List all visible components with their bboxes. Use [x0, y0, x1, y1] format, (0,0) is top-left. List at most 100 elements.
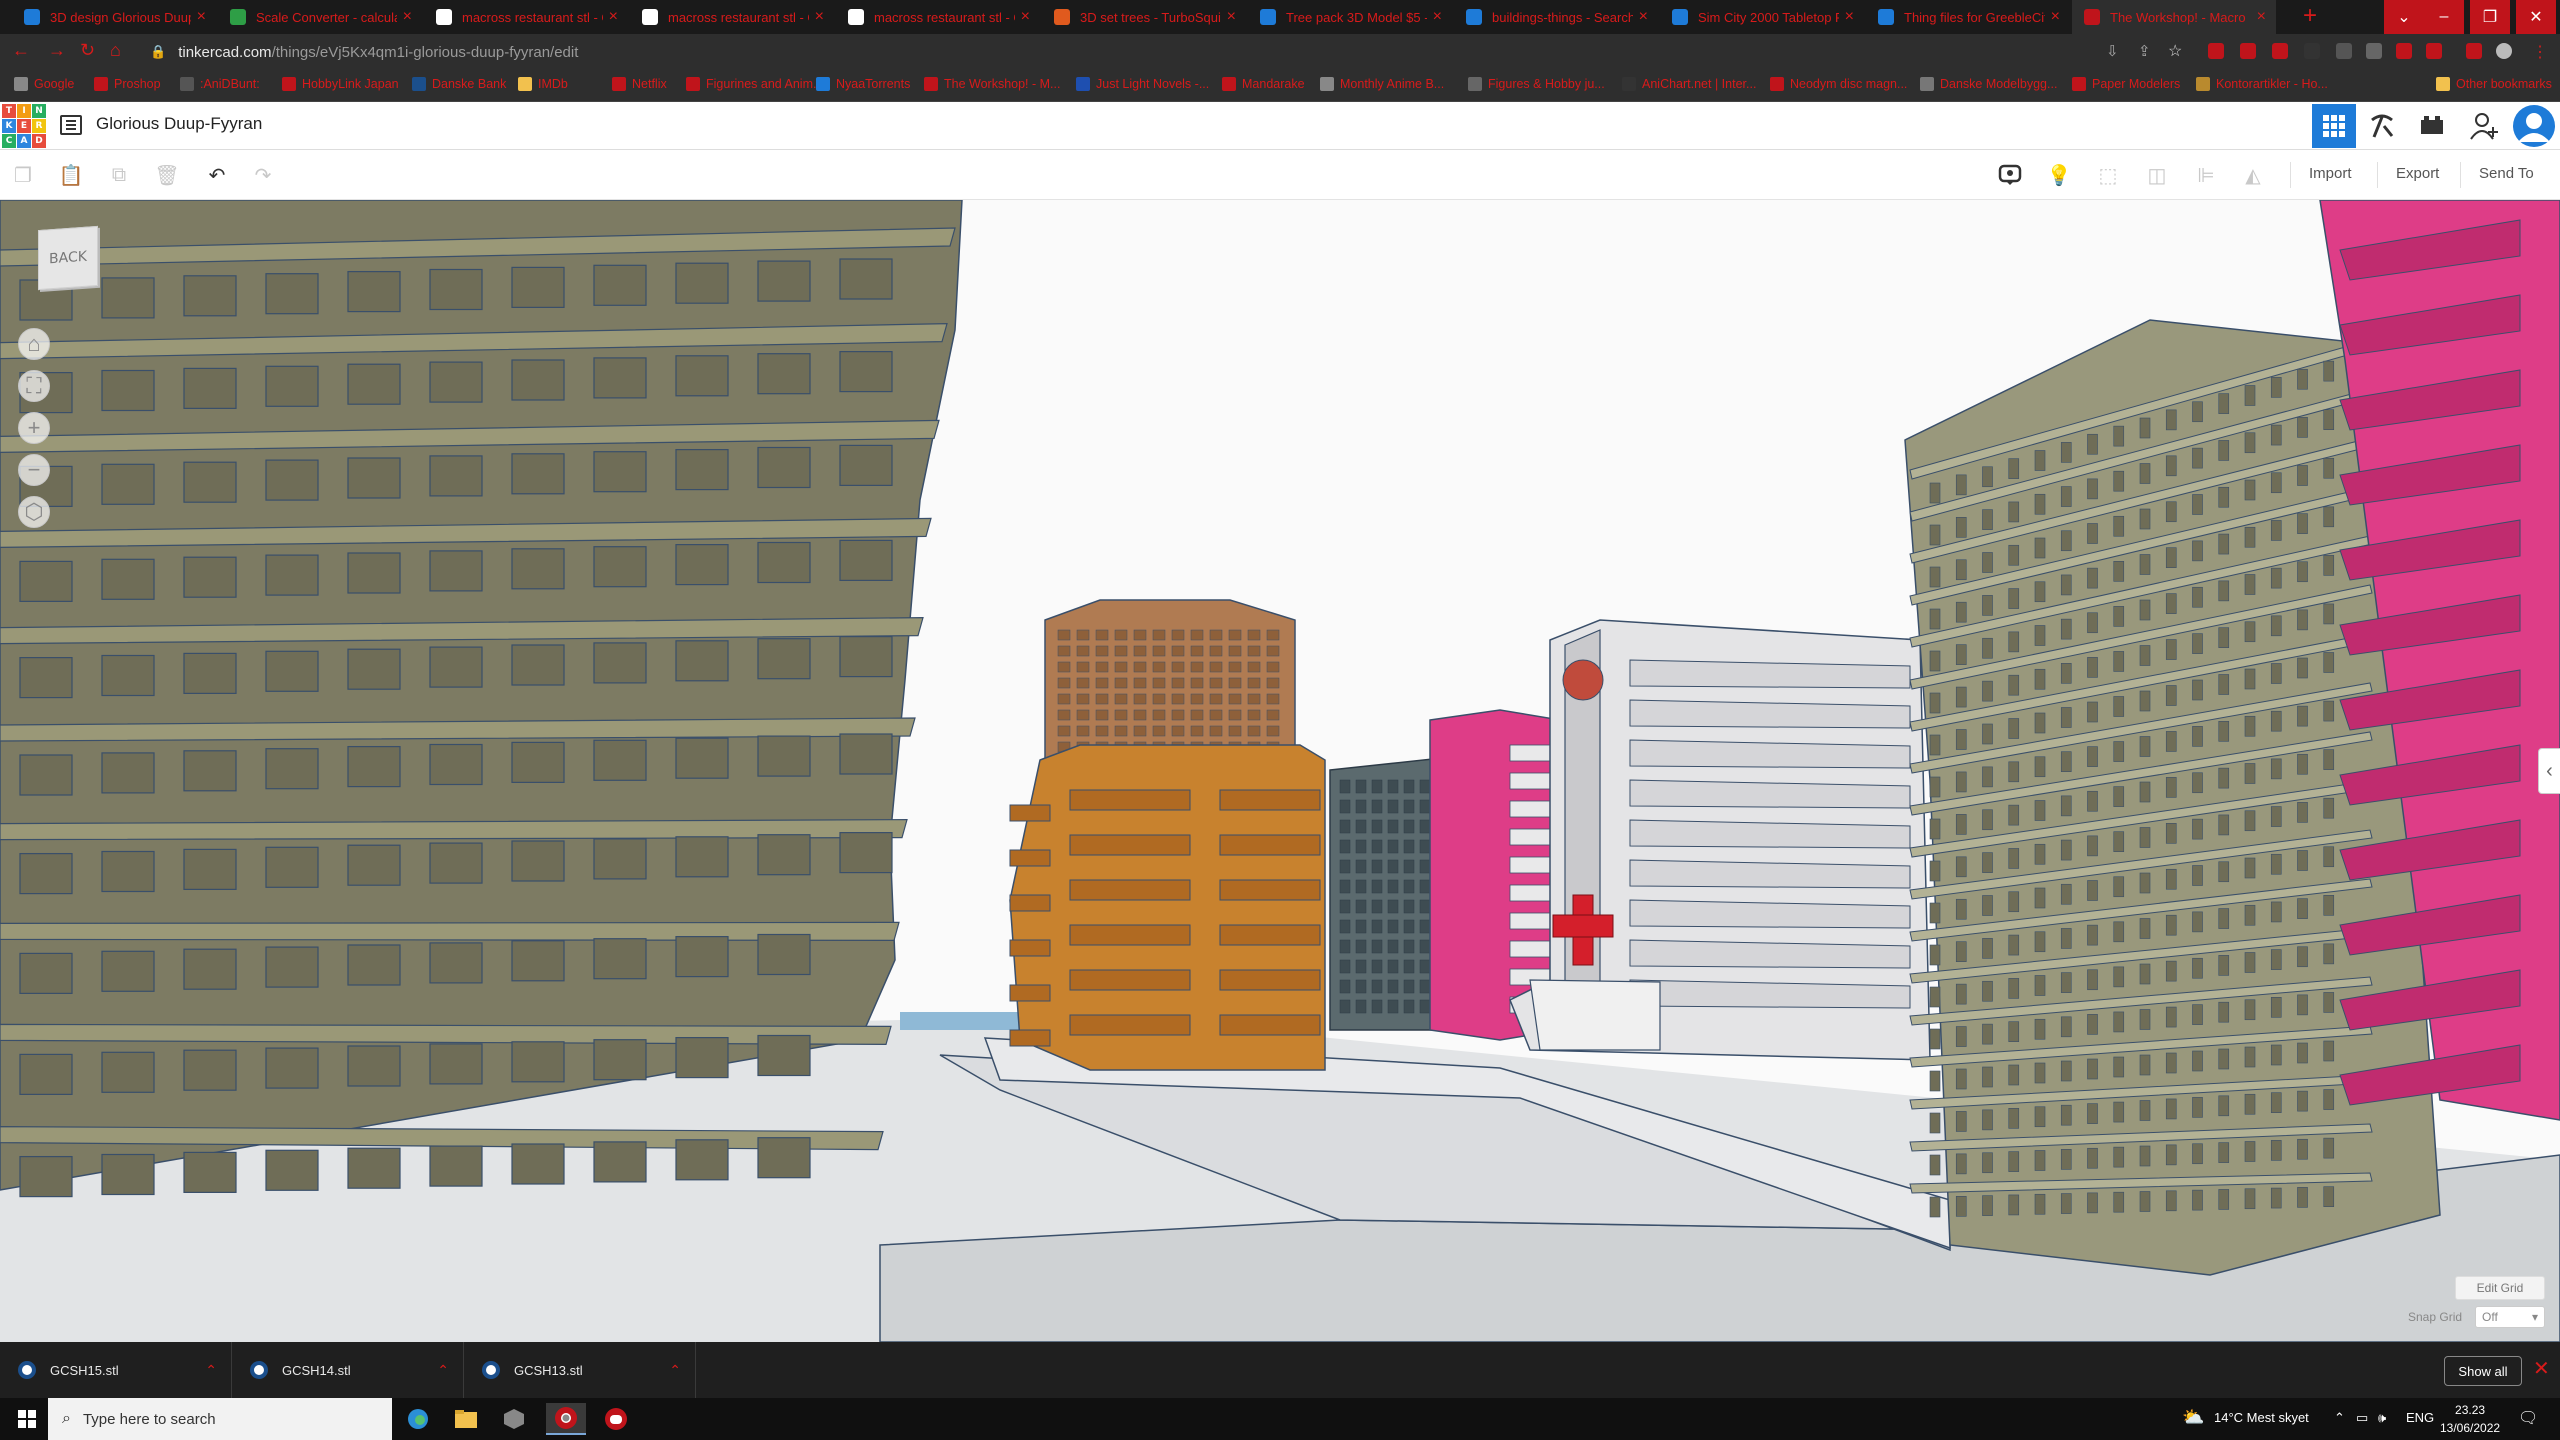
perspective-icon[interactable]: ⬡ [18, 496, 50, 528]
tab-search-icon[interactable]: ⌄ [2384, 0, 2424, 34]
weather-text[interactable]: 14°C Mest skyet [2214, 1410, 2309, 1425]
blocks-button[interactable] [2360, 104, 2404, 148]
browser-tab[interactable]: macross restaurant stl - G × [836, 0, 1040, 34]
tab-close-icon[interactable]: × [1227, 8, 1236, 26]
bookmark-item[interactable]: Other bookmarks [2436, 77, 2552, 91]
paste-icon[interactable]: 📋 [58, 162, 84, 188]
bookmark-item[interactable]: Just Light Novels -... [1076, 77, 1209, 91]
tab-close-icon[interactable]: × [2051, 8, 2060, 26]
import-button[interactable]: Import [2309, 165, 2352, 182]
show-hidden-icons-chevron-icon[interactable]: ⌃ [2334, 1410, 2345, 1426]
tab-close-icon[interactable]: × [815, 8, 824, 26]
share-icon[interactable]: ⇪ [2138, 42, 2151, 60]
ungroup-icon[interactable]: ◫ [2144, 162, 2170, 188]
send-to-button[interactable]: Send To [2479, 165, 2534, 182]
close-window-button[interactable]: ✕ [2516, 0, 2556, 34]
profile-avatar-icon[interactable] [2496, 43, 2512, 59]
notes-icon[interactable] [1997, 162, 2023, 188]
extension-icon[interactable] [2336, 43, 2352, 59]
home-view-icon[interactable]: ⌂ [18, 328, 50, 360]
chrome-icon[interactable] [546, 1403, 586, 1435]
bookmark-item[interactable]: :AniDBunt: [180, 77, 260, 91]
bookmark-item[interactable]: Figurines and Anim... [686, 77, 823, 91]
chevron-up-icon[interactable]: ⌃ [205, 1362, 217, 1379]
invite-people-button[interactable] [2462, 104, 2506, 148]
bookmark-item[interactable]: AniChart.net | Inter... [1622, 77, 1756, 91]
duplicate-icon[interactable]: ⧉ [106, 162, 132, 188]
download-item[interactable]: GCSH15.stl ⌃ [0, 1342, 232, 1398]
bookmark-item[interactable]: IMDb [518, 77, 568, 91]
language-indicator[interactable]: ENG [2406, 1410, 2434, 1425]
extension-icon[interactable] [2240, 43, 2256, 59]
discord-icon[interactable] [596, 1403, 636, 1435]
bookmark-star-icon[interactable]: ☆ [2168, 41, 2182, 61]
browser-tab[interactable]: buildings-things - Search × [1454, 0, 1658, 34]
extension-icon[interactable] [2426, 43, 2442, 59]
browser-tab[interactable]: The Workshop! - Macro × [2072, 0, 2276, 34]
windows-start-icon[interactable] [18, 1410, 36, 1428]
reload-icon[interactable]: ↻ [80, 40, 95, 61]
redo-icon[interactable]: ↷ [250, 162, 276, 188]
browser-tab[interactable]: macross restaurant stl - G × [424, 0, 628, 34]
chevron-up-icon[interactable]: ⌃ [669, 1362, 681, 1379]
zoom-out-icon[interactable]: − [18, 454, 50, 486]
browser-tab[interactable]: 3D set trees - TurboSquid × [1042, 0, 1246, 34]
bookmark-item[interactable]: Kontorartikler - Ho... [2196, 77, 2328, 91]
edit-grid-button[interactable]: Edit Grid [2455, 1276, 2545, 1300]
app-icon[interactable] [494, 1403, 534, 1435]
light-bulb-icon[interactable]: 💡 [2046, 162, 2072, 188]
download-item[interactable]: GCSH14.stl ⌃ [232, 1342, 464, 1398]
bookmark-item[interactable]: Neodym disc magn... [1770, 77, 1907, 91]
notifications-icon[interactable]: 🗨 [2518, 1408, 2538, 1428]
download-item[interactable]: GCSH13.stl ⌃ [464, 1342, 696, 1398]
install-app-icon[interactable]: ⇩ [2106, 42, 2119, 60]
restore-button[interactable]: ❐ [2470, 0, 2510, 34]
snap-grid-select[interactable]: Off ▾ [2475, 1306, 2545, 1328]
chevron-up-icon[interactable]: ⌃ [437, 1362, 449, 1379]
tab-close-icon[interactable]: × [2257, 8, 2266, 26]
copy-icon[interactable]: ❐ [10, 162, 36, 188]
extension-icon[interactable] [2366, 43, 2382, 59]
puzzle-extensions-icon[interactable] [2466, 43, 2482, 59]
taskbar-search-box[interactable]: ⌕ Type here to search [48, 1398, 392, 1440]
delete-icon[interactable]: 🗑 [154, 162, 180, 188]
shapes-panel-toggle-icon[interactable]: ‹ [2538, 748, 2560, 794]
extension-icon[interactable] [2304, 43, 2320, 59]
browser-menu-icon[interactable]: ⋮ [2532, 42, 2548, 62]
bookmark-item[interactable]: The Workshop! - M... [924, 77, 1060, 91]
browser-tab[interactable]: 3D design Glorious Duup-F × [12, 0, 216, 34]
bookmark-item[interactable]: HobbyLink Japan [282, 77, 399, 91]
tinkercad-logo[interactable]: TIN KER CAD [2, 104, 46, 148]
show-all-downloads-button[interactable]: Show all [2444, 1356, 2522, 1386]
mirror-icon[interactable]: ◭ [2240, 162, 2266, 188]
bookmark-item[interactable]: Monthly Anime B... [1320, 77, 1444, 91]
speaker-icon[interactable]: 🕪 [2378, 1410, 2386, 1426]
bookmark-item[interactable]: Danske Modelbygg... [1920, 77, 2057, 91]
browser-tab[interactable]: Scale Converter - calculate × [218, 0, 422, 34]
forward-arrow-icon[interactable]: → [48, 40, 66, 61]
network-icon[interactable]: ▭ [2356, 1410, 2368, 1426]
3d-view-button[interactable] [2312, 104, 2356, 148]
tab-close-icon[interactable]: × [1021, 8, 1030, 26]
tab-close-icon[interactable]: × [403, 8, 412, 26]
url-field[interactable]: 🔒 tinkercad.com/things/eVj5Kx4qm1i-glori… [150, 41, 578, 63]
export-button[interactable]: Export [2396, 165, 2439, 182]
tab-close-icon[interactable]: × [197, 8, 206, 26]
browser-tab[interactable]: Tree pack 3D Model $5 - 3 × [1248, 0, 1452, 34]
edge-icon[interactable] [398, 1403, 438, 1435]
fit-all-icon[interactable]: ⛶ [18, 370, 50, 402]
browser-tab[interactable]: macross restaurant stl - G × [630, 0, 834, 34]
file-explorer-icon[interactable] [446, 1403, 486, 1435]
align-icon[interactable]: ⊫ [2193, 162, 2219, 188]
back-arrow-icon[interactable]: ← [12, 40, 30, 61]
group-icon[interactable]: ⬚ [2095, 162, 2121, 188]
tab-close-icon[interactable]: × [1845, 8, 1854, 26]
3d-scene[interactable] [0, 200, 2560, 1342]
browser-tab[interactable]: Sim City 2000 Tabletop Pl × [1660, 0, 1864, 34]
undo-icon[interactable]: ↶ [204, 162, 230, 188]
bookmark-item[interactable]: Google [14, 77, 74, 91]
tab-close-icon[interactable]: × [1639, 8, 1648, 26]
extension-icon[interactable] [2272, 43, 2288, 59]
extension-icon[interactable] [2396, 43, 2412, 59]
bookmark-item[interactable]: Paper Modelers [2072, 77, 2180, 91]
